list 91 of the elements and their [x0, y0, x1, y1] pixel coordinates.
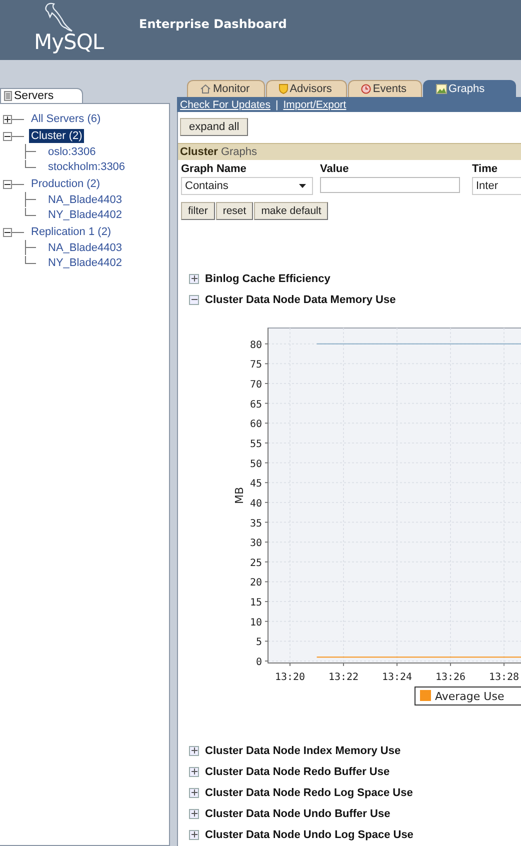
- house-icon: [200, 84, 211, 94]
- y-tick-label: 25: [250, 558, 262, 569]
- y-tick-label: 50: [250, 458, 262, 470]
- filter-button[interactable]: filter: [181, 202, 215, 220]
- tree-item[interactable]: Production (2): [29, 177, 102, 191]
- tree-item[interactable]: Cluster (2): [29, 129, 84, 143]
- y-tick-label: 0: [256, 657, 262, 668]
- input-field[interactable]: [320, 177, 460, 193]
- dropdown-value: Contains: [185, 180, 228, 192]
- tree-toggle[interactable]: [3, 180, 12, 188]
- graph-toggle[interactable]: [189, 788, 199, 798]
- tree-item[interactable]: NA_Blade4403: [46, 192, 124, 207]
- column-heading: Graph Name: [181, 163, 248, 175]
- y-tick-label: 55: [250, 438, 262, 450]
- link[interactable]: Check For Updates: [180, 98, 270, 110]
- graph-title: Binlog Cache Efficiency: [205, 272, 330, 284]
- expand-all-button[interactable]: expand all: [180, 118, 248, 136]
- clock-icon: [360, 84, 371, 94]
- tab[interactable]: Advisors: [266, 80, 347, 97]
- y-tick-label: 65: [250, 399, 262, 410]
- plus-icon: [190, 747, 198, 754]
- plus-icon: [190, 768, 198, 775]
- column-heading: Value: [320, 163, 350, 175]
- plus-icon: [190, 275, 198, 282]
- graph-toggle[interactable]: [189, 294, 199, 304]
- x-tick-label: 13:28: [488, 672, 520, 683]
- y-tick-label: 5: [256, 637, 262, 648]
- link[interactable]: Import/Export: [283, 98, 346, 110]
- y-tick-label: 30: [250, 538, 262, 550]
- link-separator: |: [275, 98, 278, 110]
- y-tick-label: 15: [250, 598, 262, 609]
- tree-item[interactable]: NY_Blade4402: [46, 256, 124, 270]
- graph-title: Cluster Data Node Undo Log Space Use: [205, 828, 414, 840]
- y-tick-label: 60: [250, 419, 262, 430]
- app-title: Enterprise Dashboard: [139, 17, 287, 31]
- tab[interactable]: Events: [348, 80, 422, 97]
- dropdown[interactable]: Contains: [181, 177, 313, 195]
- legend-swatch: [420, 690, 431, 701]
- filter-button[interactable]: make default: [254, 202, 328, 220]
- graph-toggle[interactable]: [189, 830, 199, 840]
- tab[interactable]: Monitor: [187, 80, 265, 97]
- plus-icon: [190, 789, 198, 796]
- tree-toggle[interactable]: [3, 228, 12, 236]
- graph-title: Cluster Data Node Undo Buffer Use: [205, 808, 390, 820]
- graph-toggle[interactable]: [189, 808, 199, 818]
- tree-toggle[interactable]: [3, 114, 12, 124]
- graph-title: Cluster Data Node Data Memory Use: [205, 294, 396, 306]
- tab[interactable]: Graphs: [422, 80, 516, 97]
- dropdown[interactable]: Inter: [472, 177, 521, 195]
- x-tick-label: 13:26: [435, 672, 466, 683]
- tree-item[interactable]: NY_Blade4402: [46, 208, 124, 222]
- caret-icon: [299, 184, 306, 188]
- tree-toggle[interactable]: [3, 132, 12, 140]
- legend-label: Average Use: [435, 690, 504, 703]
- graph-toggle[interactable]: [189, 766, 199, 776]
- plus-icon: [190, 810, 198, 817]
- tree-item[interactable]: oslo:3306: [46, 144, 98, 159]
- y-axis-label: MB: [233, 486, 246, 504]
- x-tick-label: 13:22: [328, 672, 359, 683]
- y-tick-label: 10: [250, 617, 262, 628]
- column-heading: Time: [472, 163, 498, 175]
- list-icon: [4, 91, 12, 101]
- graph-toggle[interactable]: [189, 746, 199, 756]
- x-tick-label: 13:20: [274, 672, 306, 683]
- tree-item[interactable]: All Servers (6): [29, 112, 103, 126]
- y-tick-label: 75: [250, 360, 262, 371]
- sidebar-tab[interactable]: Servers: [0, 88, 83, 103]
- tab-label: Servers: [14, 90, 54, 102]
- x-tick-label: 13:24: [382, 672, 412, 683]
- y-tick-label: 45: [250, 478, 262, 490]
- tree-item[interactable]: NA_Blade4403: [46, 240, 124, 255]
- logo-text: MySQL: [34, 30, 104, 54]
- graph-title: Cluster Data Node Index Memory Use: [205, 744, 401, 756]
- filter-button[interactable]: reset: [216, 202, 254, 220]
- minus-icon: [190, 296, 198, 303]
- y-tick-label: 70: [250, 380, 262, 390]
- plus-icon: [4, 116, 11, 122]
- graph-title: Cluster Data Node Redo Buffer Use: [205, 766, 390, 778]
- picture-icon: [436, 84, 447, 94]
- shield-icon: [278, 84, 288, 94]
- y-tick-label: 80: [250, 340, 262, 351]
- y-tick-label: 35: [250, 518, 262, 530]
- graph-title: Cluster Data Node Redo Log Space Use: [205, 786, 413, 798]
- plus-icon: [190, 831, 198, 838]
- y-tick-label: 40: [250, 498, 262, 510]
- tree-item[interactable]: stockholm:3306: [46, 160, 128, 174]
- section-header: Cluster Graphs: [178, 143, 521, 160]
- graph-toggle[interactable]: [189, 274, 199, 284]
- dropdown-value: Inter: [476, 180, 498, 192]
- y-tick-label: 20: [250, 578, 262, 589]
- tree-item[interactable]: Replication 1 (2): [29, 225, 114, 239]
